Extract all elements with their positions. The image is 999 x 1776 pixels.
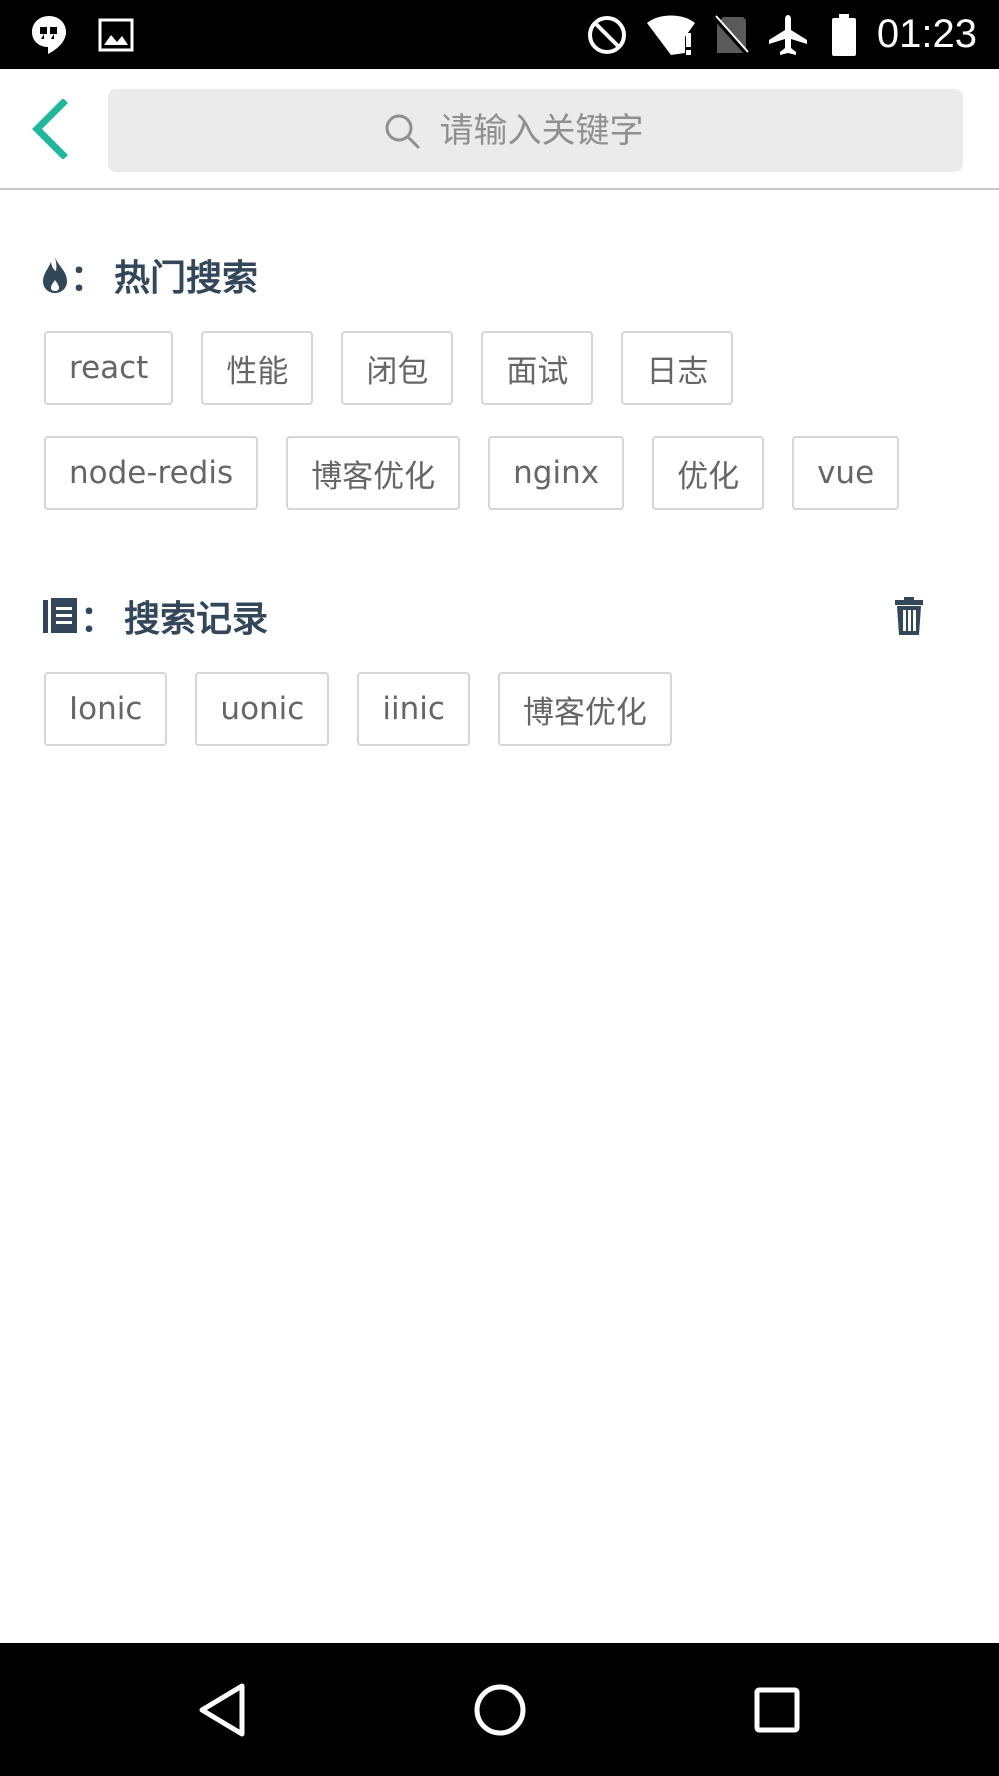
hangouts-icon — [30, 0, 68, 69]
hot-tag[interactable]: nginx — [488, 436, 625, 510]
hot-tag[interactable]: node-redis — [44, 436, 259, 510]
hot-tag[interactable]: 闭包 — [341, 331, 454, 405]
hot-tag[interactable]: react — [44, 331, 174, 405]
history-row: Ionic uonic iinic 博客优化 — [44, 672, 700, 746]
nav-home-button[interactable] — [440, 1643, 560, 1776]
do-not-disturb-icon — [585, 0, 629, 69]
battery-icon — [830, 0, 858, 69]
hot-tag[interactable]: 面试 — [481, 331, 594, 405]
hot-tag[interactable]: 博客优化 — [286, 436, 461, 510]
hot-tag[interactable]: 日志 — [621, 331, 734, 405]
history-tag[interactable]: iinic — [357, 672, 470, 746]
hot-tag[interactable]: 优化 — [652, 436, 765, 510]
history-tag[interactable]: Ionic — [44, 672, 168, 746]
history-title: 搜索记录 — [124, 599, 269, 640]
back-button[interactable] — [14, 89, 84, 169]
status-time: 01:23 — [876, 12, 977, 56]
back-triangle-icon — [199, 1683, 245, 1736]
clear-history-button[interactable] — [889, 594, 929, 638]
history-tag[interactable]: 博客优化 — [497, 672, 672, 746]
hot-tag[interactable]: 性能 — [201, 331, 314, 405]
airplane-icon — [766, 0, 810, 69]
search-bar[interactable] — [108, 89, 963, 172]
hot-tag[interactable]: vue — [792, 436, 900, 510]
hot-search-colon: ： — [70, 258, 107, 299]
history-heading: ： 搜索记录 — [42, 586, 268, 646]
history-tag[interactable]: uonic — [195, 672, 330, 746]
trash-icon — [895, 597, 923, 635]
recents-square-icon — [754, 1687, 800, 1732]
hot-search-row-1: react 性能 闭包 面试 日志 — [44, 331, 761, 405]
search-header — [0, 69, 999, 190]
search-icon — [385, 114, 419, 148]
hot-search-title: 热门搜索 — [114, 258, 259, 299]
status-bar: 01:23 — [0, 0, 999, 69]
home-circle-icon — [474, 1684, 526, 1735]
list-icon — [43, 598, 77, 633]
hot-search-row-2: node-redis 博客优化 nginx 优化 vue — [44, 436, 927, 510]
image-icon — [98, 0, 134, 69]
system-nav-bar — [0, 1643, 999, 1776]
wifi-alert-icon — [645, 0, 697, 69]
nav-back-button[interactable] — [162, 1643, 282, 1776]
nav-recents-button[interactable] — [717, 1643, 837, 1776]
chevron-left-icon — [32, 99, 68, 159]
no-sim-icon — [713, 0, 749, 69]
history-colon: ： — [80, 599, 117, 640]
search-input[interactable] — [439, 110, 690, 151]
hot-search-heading: ： 热门搜索 — [42, 245, 258, 305]
fire-icon — [43, 257, 67, 293]
